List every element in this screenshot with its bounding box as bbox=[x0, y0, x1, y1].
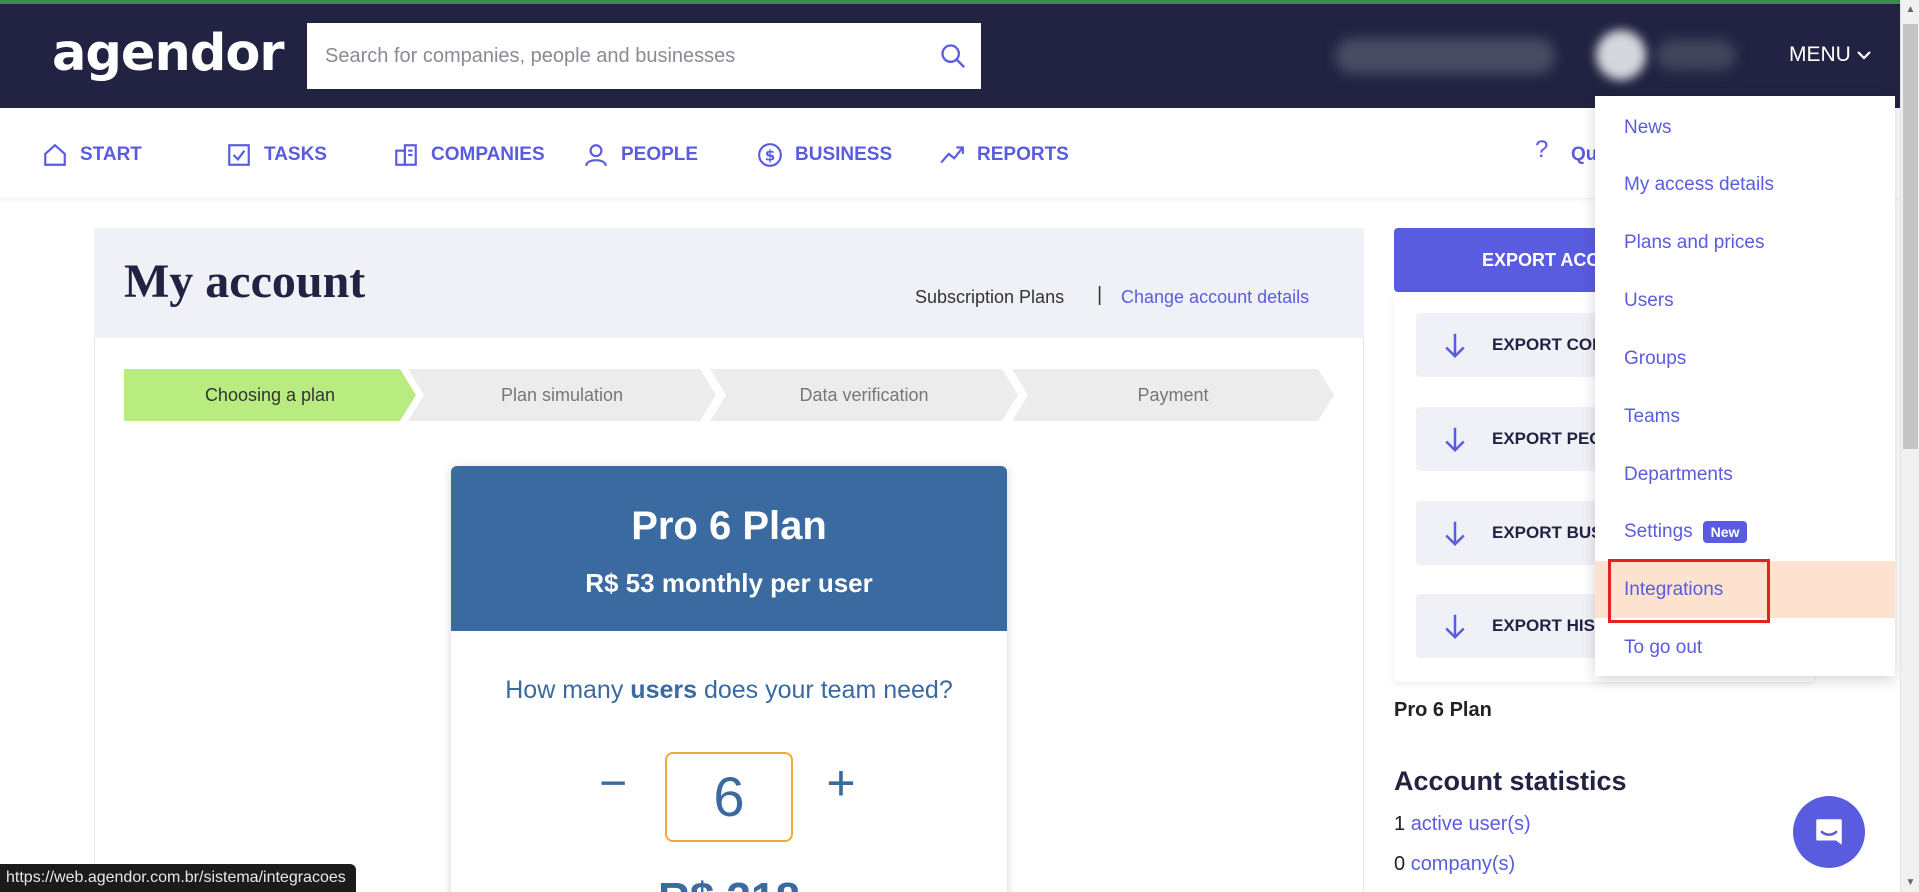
step-choosing-plan[interactable]: Choosing a plan bbox=[124, 369, 416, 421]
blurred-user-name[interactable] bbox=[1656, 40, 1736, 70]
menu-label: MENU bbox=[1789, 43, 1851, 66]
menu-dropdown: News My access details Plans and prices … bbox=[1595, 96, 1895, 676]
search-input[interactable] bbox=[325, 23, 925, 89]
scroll-down-arrow-icon[interactable]: ▼ bbox=[1901, 877, 1919, 888]
step-payment[interactable]: Payment bbox=[1012, 369, 1334, 421]
decrease-users-button[interactable]: − bbox=[593, 756, 633, 811]
menu-item-teams[interactable]: Teams bbox=[1595, 388, 1895, 445]
nav-business[interactable]: $ BUSINESS bbox=[757, 142, 892, 168]
scroll-up-arrow-icon[interactable]: ▲ bbox=[1901, 4, 1919, 15]
menu-item-settings[interactable]: Settings New bbox=[1595, 503, 1895, 560]
plan-steps: Choosing a plan Plan simulation Data ver… bbox=[124, 369, 1334, 421]
new-badge: New bbox=[1702, 520, 1748, 543]
export-companies-label: EXPORT COM bbox=[1492, 335, 1607, 354]
scroll-thumb[interactable] bbox=[1903, 24, 1918, 449]
account-statistics-title: Account statistics bbox=[1394, 766, 1627, 796]
export-people-label: EXPORT PEO bbox=[1492, 429, 1603, 448]
menu-item-settings-label: Settings bbox=[1624, 520, 1693, 542]
active-users-link[interactable]: active user(s) bbox=[1411, 813, 1531, 835]
nav-business-label: BUSINESS bbox=[795, 144, 893, 165]
menu-item-users[interactable]: Users bbox=[1595, 272, 1895, 329]
menu-item-departments[interactable]: Departments bbox=[1595, 446, 1895, 503]
nav-start-label: START bbox=[80, 144, 142, 165]
nav-start[interactable]: START bbox=[42, 142, 142, 168]
nav-tasks[interactable]: TASKS bbox=[226, 142, 327, 168]
plan-price: R$ 53 monthly per user bbox=[585, 568, 873, 598]
arrow-down-icon bbox=[1445, 521, 1465, 547]
nav-reports[interactable]: REPORTS bbox=[939, 142, 1069, 168]
menu-item-access-details[interactable]: My access details bbox=[1595, 156, 1895, 213]
users-question-bold: users bbox=[630, 676, 698, 704]
step-plan-simulation[interactable]: Plan simulation bbox=[408, 369, 716, 421]
subscription-plans-label: Subscription Plans bbox=[915, 287, 1065, 307]
export-history-label: EXPORT HIS bbox=[1492, 616, 1595, 635]
menu-button[interactable]: MENU bbox=[1789, 43, 1873, 67]
status-bar-url: https://web.agendor.com.br/sistema/integ… bbox=[0, 864, 356, 892]
chat-button[interactable] bbox=[1793, 796, 1865, 868]
search-icon[interactable] bbox=[939, 42, 967, 70]
page-scrollbar[interactable]: ▲ ▼ bbox=[1900, 0, 1919, 892]
chevron-down-icon bbox=[1857, 51, 1871, 60]
separator: | bbox=[1097, 284, 1103, 306]
agendor-logo[interactable]: agendor bbox=[52, 24, 285, 83]
increase-users-button[interactable]: + bbox=[819, 754, 863, 812]
page-title: My account bbox=[124, 255, 366, 308]
nav-companies[interactable]: COMPANIES bbox=[393, 142, 545, 168]
stat-active-users: 1 active user(s) bbox=[1394, 813, 1531, 836]
avatar[interactable] bbox=[1596, 30, 1646, 80]
nav-people-label: PEOPLE bbox=[621, 144, 699, 165]
menu-item-plans-prices[interactable]: Plans and prices bbox=[1595, 214, 1895, 271]
menu-item-groups[interactable]: Groups bbox=[1595, 330, 1895, 387]
nav-tasks-label: TASKS bbox=[264, 144, 327, 165]
export-business-label: EXPORT BUS bbox=[1492, 523, 1603, 542]
building-icon bbox=[395, 144, 417, 166]
search-box bbox=[307, 23, 981, 89]
nav-companies-label: COMPANIES bbox=[431, 144, 545, 165]
stat-companies-value: 0 bbox=[1394, 853, 1406, 875]
users-question-pre: How many bbox=[505, 676, 631, 704]
question-icon[interactable]: ? bbox=[1535, 136, 1548, 164]
current-plan-label: Pro 6 Plan bbox=[1394, 699, 1492, 721]
plan-card: Pro 6 Plan R$ 53 monthly per user How ma… bbox=[451, 466, 1007, 892]
arrow-down-icon bbox=[1445, 427, 1465, 453]
help-label[interactable]: Qu bbox=[1571, 144, 1597, 166]
checkbox-icon bbox=[228, 144, 250, 166]
menu-item-news[interactable]: News bbox=[1595, 99, 1895, 156]
home-icon bbox=[44, 143, 66, 166]
arrow-down-icon bbox=[1445, 614, 1465, 640]
users-quantity-input[interactable]: 6 bbox=[665, 752, 793, 842]
plan-total: R$ 318 bbox=[451, 874, 1007, 892]
blurred-account-name[interactable] bbox=[1335, 38, 1555, 74]
stat-companies: 0 company(s) bbox=[1394, 853, 1515, 876]
svg-text:$: $ bbox=[765, 146, 776, 164]
dollar-icon: $ bbox=[758, 143, 782, 167]
trend-icon bbox=[940, 146, 964, 164]
companies-link[interactable]: company(s) bbox=[1411, 853, 1515, 875]
change-account-link[interactable]: Change account details bbox=[1121, 287, 1309, 308]
menu-item-integrations[interactable]: Integrations bbox=[1595, 561, 1895, 618]
person-icon bbox=[585, 144, 607, 167]
nav-reports-label: REPORTS bbox=[977, 144, 1069, 165]
stat-active-users-value: 1 bbox=[1394, 813, 1406, 835]
nav-people[interactable]: PEOPLE bbox=[583, 142, 698, 168]
step-data-verification[interactable]: Data verification bbox=[710, 369, 1018, 421]
users-question: How many users does your team need? bbox=[451, 676, 1007, 705]
plan-name: Pro 6 Plan bbox=[631, 504, 827, 548]
menu-item-logout[interactable]: To go out bbox=[1595, 619, 1895, 676]
users-question-post: does your team need? bbox=[697, 676, 953, 704]
chat-icon bbox=[1816, 819, 1842, 845]
arrow-down-icon bbox=[1445, 333, 1465, 359]
